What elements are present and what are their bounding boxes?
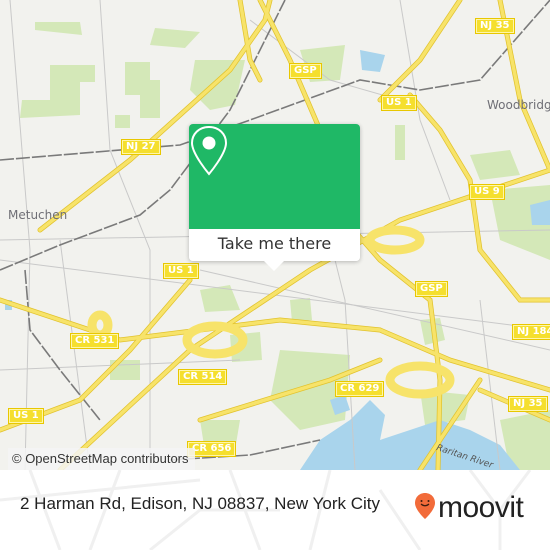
popup-pointer <box>264 261 284 271</box>
road-shield-us9: US 9 <box>469 184 505 200</box>
road-shield-nj35: NJ 35 <box>508 396 548 412</box>
road-shield-us1: US 1 <box>381 95 417 111</box>
road-shield-nj184: NJ 184 <box>512 324 550 340</box>
road-shield-us1: US 1 <box>8 408 44 424</box>
road-shield-cr514: CR 514 <box>178 369 228 385</box>
map-view[interactable]: Metuchen Woodbridge NJ 27 GSP US 1 NJ 35… <box>0 0 550 470</box>
footer-bar: 2 Harman Rd, Edison, NJ 08837, New York … <box>0 470 550 550</box>
place-label-woodbridge: Woodbridge <box>487 98 550 112</box>
take-me-there-button[interactable]: Take me there <box>189 229 360 261</box>
popup-header <box>189 124 360 229</box>
road-shield-nj27: NJ 27 <box>121 139 161 155</box>
road-shield-cr531: CR 531 <box>70 333 120 349</box>
road-shield-nj35: NJ 35 <box>475 18 515 34</box>
road-shield-us1: US 1 <box>163 263 199 279</box>
map-attribution[interactable]: © OpenStreetMap contributors <box>8 448 195 470</box>
moovit-pin-icon <box>414 492 436 524</box>
place-label-metuchen: Metuchen <box>8 208 68 222</box>
road-shield-gsp: GSP <box>415 281 448 297</box>
destination-popup[interactable]: Take me there <box>189 124 360 271</box>
road-shield-gsp: GSP <box>289 63 322 79</box>
address-text: 2 Harman Rd, Edison, NJ 08837, New York … <box>20 494 381 513</box>
moovit-wordmark: moovit <box>438 491 524 524</box>
road-shield-cr629: CR 629 <box>335 381 385 397</box>
moovit-logo[interactable]: moovit <box>414 491 524 524</box>
